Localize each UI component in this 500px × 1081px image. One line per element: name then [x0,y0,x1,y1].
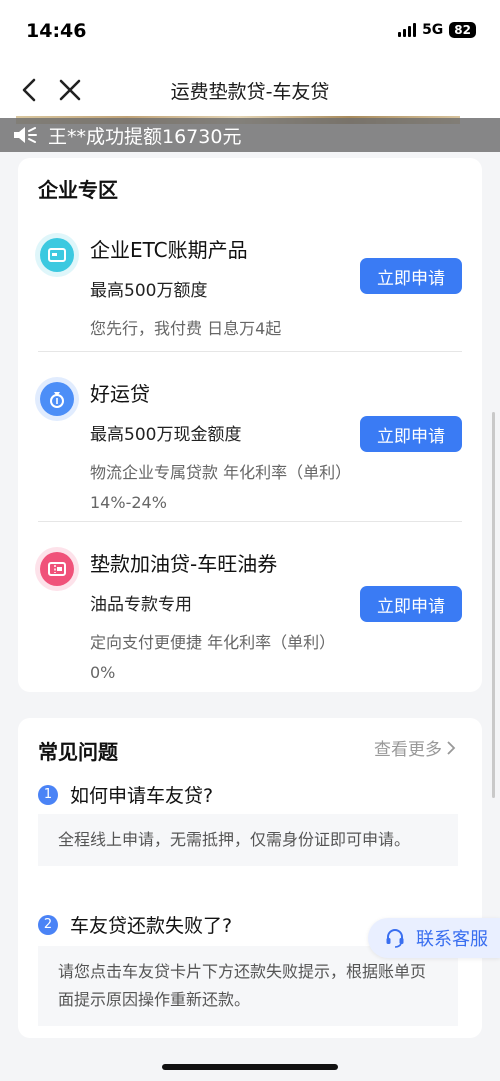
money-bag-icon [40,382,74,416]
status-bar: 14:46 5G 82 [0,0,500,62]
divider [38,351,462,352]
page-title: 运费垫款贷-车友贷 [170,81,330,103]
headset-icon [386,929,404,948]
chevron-right-icon [447,740,456,755]
faq-question[interactable]: 2 车友贷还款失败了? [38,911,232,938]
product-name: 企业ETC账期产品 [90,238,248,262]
home-indicator[interactable] [162,1064,338,1070]
product-limit: 最高500万现金额度 [90,425,242,445]
product-name: 垫款加油贷-车旺油券 [90,552,278,576]
battery-level: 82 [449,22,476,38]
product-desc: 定向支付更便捷 年化利率（单利）0% [90,633,336,682]
product-limit: 最高500万额度 [90,281,208,301]
divider [38,521,462,522]
faq-answer: 全程线上申请，无需抵押，仅需身份证即可申请。 [38,814,458,866]
faq-number: 2 [38,914,58,935]
product-desc: 您先行，我付费 日息万4起 [90,319,282,338]
status-indicators: 5G 82 [398,22,476,38]
section-title: 企业专区 [38,178,118,202]
scrollbar[interactable] [492,412,495,798]
notice-ticker: 王**成功提额16730元 [0,118,500,152]
apply-button-etc[interactable]: 立即申请 [360,258,462,294]
nav-bar: 运费垫款贷-车友贷 [0,62,500,118]
product-limit: 油品专款专用 [90,595,192,615]
product-desc: 物流企业专属贷款 年化利率（单利）14%-24% [90,463,352,512]
product-name: 好运贷 [90,382,150,406]
fuel-ticket-icon [40,552,74,586]
etc-card-icon [40,238,74,272]
faq-question[interactable]: 1 如何申请车友贷? [38,781,213,808]
speaker-icon [14,127,37,143]
faq-question-text: 车友贷还款失败了? [70,915,233,937]
network-type: 5G [422,22,444,38]
product-item-haoyundai: 好运贷 最高500万现金额度 物流企业专属贷款 年化利率（单利）14%-24% … [18,366,482,536]
apply-button-haoyundai[interactable]: 立即申请 [360,416,462,452]
section-title: 常见问题 [38,740,118,764]
contact-service-button[interactable]: 联系客服 [368,918,500,958]
faq-question-text: 如何申请车友贷? [70,785,214,807]
contact-service-label: 联系客服 [416,929,488,950]
view-more-label: 查看更多 [374,740,442,760]
apply-button-fuel[interactable]: 立即申请 [360,586,462,622]
faq-section: 常见问题 查看更多 1 如何申请车友贷? 全程线上申请，无需抵押，仅需身份证即可… [18,718,482,1038]
notice-text: 王**成功提额16730元 [48,125,242,148]
status-time: 14:46 [26,20,87,42]
faq-number: 1 [38,784,58,805]
faq-answer: 请您点击车友贷卡片下方还款失败提示，根据账单页面提示原因操作重新还款。 [38,946,458,1026]
enterprise-section: 企业专区 企业ETC账期产品 最高500万额度 您先行，我付费 日息万4起 立即… [18,158,482,692]
view-more-link[interactable]: 查看更多 [374,735,456,760]
product-item-fuel: 垫款加油贷-车旺油券 油品专款专用 定向支付更便捷 年化利率（单利）0% 立即申… [18,536,482,706]
signal-icon [398,23,417,37]
